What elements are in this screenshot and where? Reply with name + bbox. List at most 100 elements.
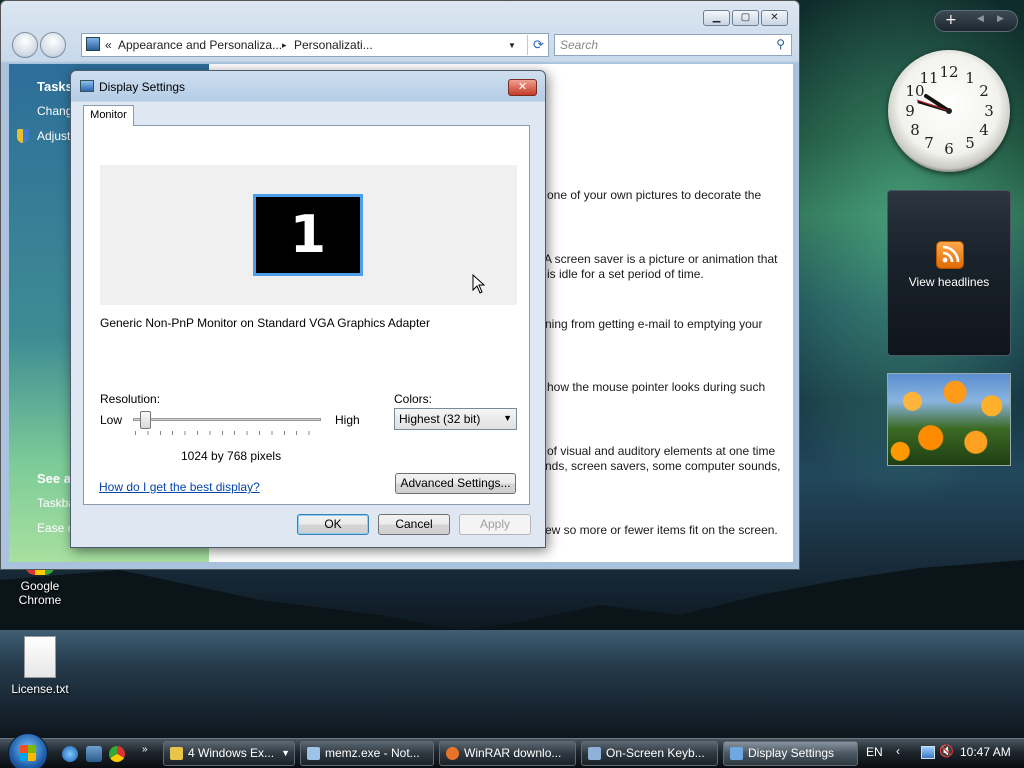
resolution-slider-track[interactable] <box>133 418 321 421</box>
monitor-1-thumbnail[interactable]: 1 <box>253 194 363 276</box>
content-text: A screen saver is a picture or animation… <box>544 252 778 266</box>
window-controls: ▁ ▢ ✕ <box>703 10 788 26</box>
monitor-preview: 1 <box>100 165 517 305</box>
address-bar[interactable]: « Appearance and Personaliza... ▸ Person… <box>81 33 549 57</box>
taskbar-item-onscreen-keyboard[interactable]: On-Screen Keyb... <box>581 741 718 766</box>
breadcrumb-separator-icon[interactable]: ▸ <box>282 40 287 51</box>
clock-number: 1 <box>965 69 975 87</box>
feed-headlines-gadget[interactable]: View headlines <box>887 190 1011 356</box>
lake-reflection <box>0 630 1024 738</box>
tray-expand-icon[interactable]: ‹ <box>896 744 900 758</box>
add-gadget-icon[interactable]: + <box>945 12 957 28</box>
desktop-icon-label: Google Chrome <box>18 579 62 607</box>
see-also-title: See al <box>37 471 75 486</box>
taskbar-item-label: On-Screen Keyb... <box>606 746 705 760</box>
search-input[interactable]: Search ⚲ <box>554 34 792 56</box>
taskbar-item-label: memz.exe - Not... <box>325 746 420 760</box>
resolution-label: Resolution: <box>100 392 161 406</box>
close-button[interactable]: ✕ <box>508 79 537 96</box>
chevron-down-icon: ▼ <box>281 748 290 758</box>
dialog-title: Display Settings <box>99 80 186 94</box>
content-text: one of your own pictures to decorate the <box>547 188 762 202</box>
windows-logo-icon <box>20 745 36 761</box>
display-icon <box>80 80 94 92</box>
clock-number: 4 <box>979 121 989 139</box>
forward-button[interactable] <box>40 32 66 58</box>
clock-face: 12 1 2 3 4 5 6 7 8 9 10 11 <box>905 63 994 158</box>
shield-icon <box>17 129 29 143</box>
content-text: ew so more or fewer items fit on the scr… <box>545 523 778 537</box>
maximize-button[interactable]: ▢ <box>732 10 759 26</box>
quicklaunch-overflow-icon[interactable]: » <box>142 744 148 755</box>
address-root[interactable]: « <box>105 38 112 52</box>
clock-number: 3 <box>984 102 994 120</box>
feed-label: View headlines <box>908 275 990 289</box>
taskbar-item-notepad[interactable]: memz.exe - Not... <box>300 741 434 766</box>
desktop-icon-license[interactable]: License.txt <box>0 636 80 696</box>
resolution-slider-thumb[interactable] <box>140 411 152 429</box>
notepad-icon <box>307 747 320 760</box>
taskbar-item-display-settings[interactable]: Display Settings <box>723 741 858 766</box>
taskbar-item-label: WinRAR downlo... <box>464 746 562 760</box>
next-page-icon[interactable]: ▶ <box>997 14 1004 24</box>
chrome-icon[interactable] <box>109 746 125 762</box>
chevron-down-icon: ▼ <box>503 413 512 423</box>
internet-explorer-icon[interactable] <box>62 746 78 762</box>
address-dropdown-icon[interactable]: ▼ <box>508 41 516 50</box>
colors-label: Colors: <box>394 392 433 406</box>
close-button[interactable]: ✕ <box>761 10 788 26</box>
breadcrumb-appearance[interactable]: Appearance and Personaliza... <box>118 38 282 52</box>
help-link[interactable]: How do I get the best display? <box>99 480 260 494</box>
volume-muted-icon[interactable]: 🔇 <box>939 744 954 758</box>
breadcrumb-personalization[interactable]: Personalizati... <box>294 38 373 52</box>
task-link-change[interactable]: Chang <box>37 104 72 118</box>
advanced-settings-button[interactable]: Advanced Settings... <box>395 473 516 494</box>
colors-dropdown[interactable]: Highest (32 bit) ▼ <box>394 408 517 430</box>
taskbar-item-label: Display Settings <box>748 746 835 760</box>
tab-monitor[interactable]: Monitor <box>83 105 134 126</box>
task-link-adjust[interactable]: Adjust <box>37 129 70 143</box>
network-icon[interactable] <box>921 746 935 759</box>
rss-icon <box>936 241 964 269</box>
desktop-icon-chrome[interactable]: Google Chrome <box>0 565 80 607</box>
clock-gadget[interactable]: 12 1 2 3 4 5 6 7 8 9 10 11 <box>888 50 1010 172</box>
content-text: is idle for a set period of time. <box>547 267 704 281</box>
taskbar-item-firefox[interactable]: WinRAR downlo... <box>439 741 576 766</box>
slideshow-gadget[interactable] <box>887 373 1011 466</box>
show-desktop-icon[interactable] <box>86 746 102 762</box>
colors-value: Highest (32 bit) <box>399 412 481 426</box>
taskbar: » 4 Windows Ex... ▼ memz.exe - Not... Wi… <box>0 733 1024 768</box>
start-button[interactable] <box>8 733 48 768</box>
resolution-value: 1024 by 768 pixels <box>181 449 282 463</box>
clock-number: 2 <box>979 82 989 100</box>
text-file-icon <box>24 636 56 678</box>
adapter-label: Generic Non-PnP Monitor on Standard VGA … <box>100 316 430 330</box>
content-text: of visual and auditory elements at one t… <box>547 444 776 458</box>
prev-page-icon[interactable]: ◀ <box>977 14 984 24</box>
taskbar-item-label: 4 Windows Ex... <box>188 746 275 760</box>
firefox-icon <box>446 747 459 760</box>
system-clock[interactable]: 10:47 AM <box>960 745 1011 759</box>
display-settings-dialog: Display Settings ✕ Monitor 1 Generic Non… <box>70 70 546 548</box>
sidebar-controls: + ◀ ▶ <box>934 10 1018 32</box>
slider-ticks <box>135 431 321 435</box>
content-text: nds, screen savers, some computer sounds… <box>545 459 781 473</box>
minimize-button[interactable]: ▁ <box>703 10 730 26</box>
search-icon[interactable]: ⚲ <box>776 37 785 51</box>
folder-icon <box>170 747 183 760</box>
ok-button[interactable]: OK <box>297 514 369 535</box>
refresh-icon[interactable]: ⟳ <box>533 37 544 53</box>
language-indicator[interactable]: EN <box>866 745 883 759</box>
clock-number: 8 <box>910 121 920 139</box>
clock-number: 6 <box>944 140 954 158</box>
clock-center <box>946 108 952 114</box>
display-icon <box>730 747 743 760</box>
back-button[interactable] <box>12 32 38 58</box>
taskbar-item-windows-explorer[interactable]: 4 Windows Ex... ▼ <box>163 741 295 766</box>
apply-button[interactable]: Apply <box>459 514 531 535</box>
keyboard-icon <box>588 747 601 760</box>
monitor-panel: 1 Generic Non-PnP Monitor on Standard VG… <box>83 125 530 505</box>
see-also-ease[interactable]: Ease o <box>37 521 74 535</box>
cancel-button[interactable]: Cancel <box>378 514 450 535</box>
high-label: High <box>335 413 360 427</box>
